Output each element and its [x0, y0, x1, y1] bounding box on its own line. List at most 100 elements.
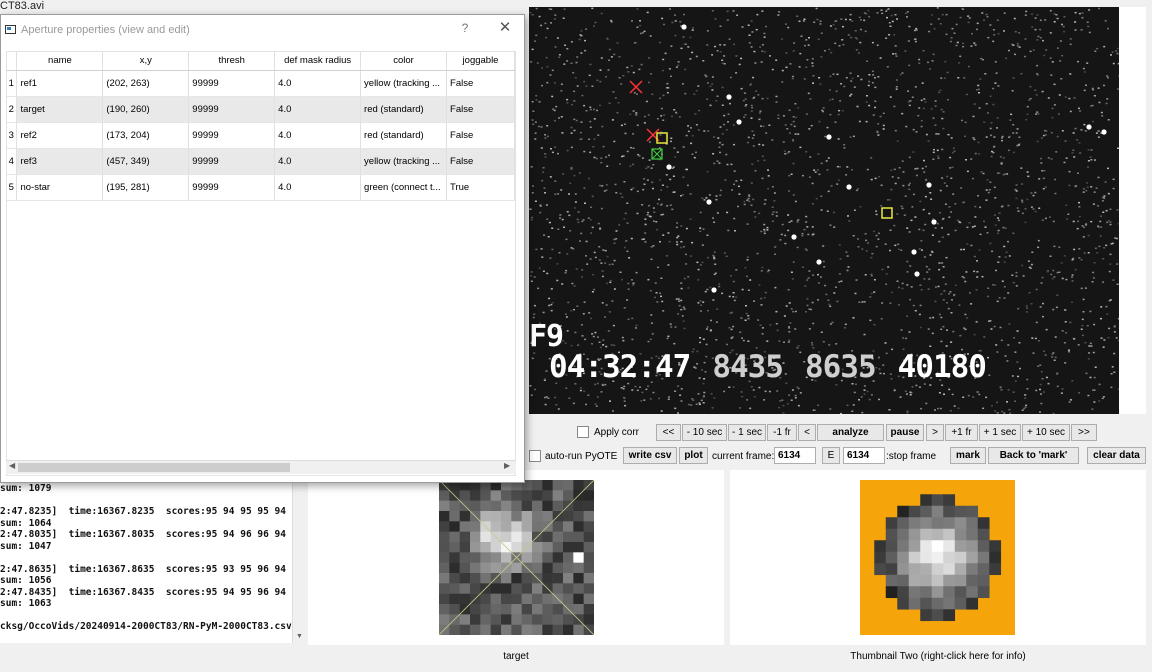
cell-color[interactable]: yellow (tracking ...	[360, 70, 448, 97]
aperture-markers[interactable]	[629, 80, 893, 219]
row-number[interactable]: 1	[7, 70, 18, 97]
table-row[interactable]: 5 no-star (195, 281) 99999 4.0 green (co…	[7, 174, 515, 201]
aperture-table[interactable]: name x,y thresh def mask radius color jo…	[6, 51, 516, 476]
star	[791, 234, 797, 240]
cell-name[interactable]: ref1	[16, 70, 104, 97]
cell-name[interactable]: target	[16, 96, 104, 123]
cell-thresh[interactable]: 99999	[188, 96, 276, 123]
dialog-titlebar[interactable]: Aperture properties (view and edit) ? ✕	[1, 15, 524, 45]
analyze-button[interactable]: analyze	[817, 424, 884, 441]
video-frame-display[interactable]: F9 04:32:47 8435 8635 40180	[529, 7, 1119, 414]
scroll-left-arrow-icon[interactable]: ◀	[9, 461, 15, 470]
thumbnail-two-label[interactable]: Thumbnail Two (right-click here for info…	[730, 651, 1146, 662]
star	[736, 119, 742, 125]
forward-1-frame-button[interactable]: +1 fr	[945, 424, 978, 441]
log-text-area[interactable]: sum: 1079 2:47.8235] time:16367.8235 sco…	[0, 483, 305, 643]
scroll-right-arrow-icon[interactable]: ▶	[504, 461, 510, 470]
mark-button[interactable]: mark	[950, 447, 986, 464]
table-row[interactable]: 3 ref2 (173, 204) 99999 4.0 red (standar…	[7, 122, 515, 149]
cell-xy[interactable]: (202, 263)	[102, 70, 190, 97]
column-header-color[interactable]: color	[360, 52, 448, 71]
stop-frame-input[interactable]: 6134	[843, 447, 885, 464]
log-line: cksg/OccoVids/20240914-2000CT83/RN-PyM-2…	[0, 621, 292, 632]
cell-color[interactable]: yellow (tracking ...	[360, 148, 448, 175]
apply-corr-checkbox[interactable]	[577, 426, 589, 438]
aperture-properties-dialog[interactable]: Aperture properties (view and edit) ? ✕ …	[0, 14, 525, 483]
jump-start-button[interactable]: <<	[656, 424, 681, 441]
plot-button[interactable]: plot	[679, 447, 708, 464]
thumbnail-two-image	[860, 480, 1015, 635]
osd-time: 04:32:47	[549, 349, 691, 385]
jump-end-button[interactable]: >>	[1071, 424, 1097, 441]
row-number[interactable]: 4	[7, 148, 18, 175]
cell-xy[interactable]: (190, 260)	[102, 96, 190, 123]
step-forward-button[interactable]: >	[926, 424, 944, 441]
cell-color[interactable]: red (standard)	[360, 96, 448, 123]
cell-name[interactable]: ref3	[16, 148, 104, 175]
star	[926, 182, 932, 188]
help-icon[interactable]: ?	[457, 21, 473, 35]
step-back-button[interactable]: <	[798, 424, 816, 441]
pause-button[interactable]: pause	[886, 424, 924, 441]
cell-joggable[interactable]: False	[446, 122, 515, 149]
cell-thresh[interactable]: 99999	[188, 70, 276, 97]
row-number[interactable]: 3	[7, 122, 18, 149]
cell-radius[interactable]: 4.0	[274, 148, 362, 175]
back-1-frame-button[interactable]: -1 fr	[767, 424, 797, 441]
osd-code-2: 8635	[804, 349, 877, 385]
cell-xy[interactable]: (195, 281)	[102, 174, 190, 201]
log-line: sum: 1079	[0, 483, 52, 494]
back-10-sec-button[interactable]: - 10 sec	[682, 424, 727, 441]
cell-thresh[interactable]: 99999	[188, 148, 276, 175]
cell-color[interactable]: red (standard)	[360, 122, 448, 149]
thumbnail-two-panel[interactable]	[730, 470, 1146, 645]
write-csv-button[interactable]: write csv	[623, 447, 677, 464]
cell-name[interactable]: ref2	[16, 122, 104, 149]
star	[911, 249, 917, 255]
cell-name[interactable]: no-star	[16, 174, 104, 201]
clear-data-button[interactable]: clear data	[1087, 447, 1146, 464]
star	[846, 184, 852, 190]
cell-joggable[interactable]: False	[446, 96, 515, 123]
scrollbar-thumb[interactable]	[18, 463, 290, 472]
cell-xy[interactable]: (457, 349)	[102, 148, 190, 175]
current-frame-input[interactable]: 6134	[774, 447, 816, 464]
forward-10-sec-button[interactable]: + 10 sec	[1022, 424, 1070, 441]
column-header-name[interactable]: name	[16, 52, 104, 71]
cell-joggable[interactable]: False	[446, 70, 515, 97]
column-header-joggable[interactable]: joggable	[446, 52, 515, 71]
osd-code-1: 8435	[712, 349, 784, 385]
log-line: sum: 1064	[0, 517, 52, 529]
cell-radius[interactable]: 4.0	[274, 70, 362, 97]
row-number[interactable]: 2	[7, 96, 18, 123]
table-horizontal-scrollbar[interactable]: ◀ ▶	[6, 460, 516, 474]
cell-radius[interactable]: 4.0	[274, 96, 362, 123]
table-row[interactable]: 2 target (190, 260) 99999 4.0 red (stand…	[7, 96, 515, 123]
star	[711, 287, 717, 293]
cell-joggable[interactable]: False	[446, 148, 515, 175]
row-number[interactable]: 5	[7, 174, 18, 201]
cell-thresh[interactable]: 99999	[188, 174, 276, 201]
cell-radius[interactable]: 4.0	[274, 122, 362, 149]
table-row[interactable]: 1 ref1 (202, 263) 99999 4.0 yellow (trac…	[7, 70, 515, 97]
log-vertical-scrollbar[interactable]: ▼	[292, 483, 305, 643]
column-header-mask-radius[interactable]: def mask radius	[274, 52, 362, 71]
cell-xy[interactable]: (173, 204)	[102, 122, 190, 149]
column-header-thresh[interactable]: thresh	[188, 52, 276, 71]
cell-radius[interactable]: 4.0	[274, 174, 362, 201]
cell-color[interactable]: green (connect t...	[360, 174, 448, 201]
table-header-row: name x,y thresh def mask radius color jo…	[7, 52, 515, 71]
forward-1-sec-button[interactable]: + 1 sec	[979, 424, 1021, 441]
cell-joggable[interactable]: True	[446, 174, 515, 201]
scroll-down-arrow-icon[interactable]: ▼	[296, 633, 303, 640]
cell-thresh[interactable]: 99999	[188, 122, 276, 149]
column-header-xy[interactable]: x,y	[102, 52, 190, 71]
back-1-sec-button[interactable]: - 1 sec	[728, 424, 766, 441]
e-button[interactable]: E	[822, 447, 840, 464]
table-row[interactable]: 4 ref3 (457, 349) 99999 4.0 yellow (trac…	[7, 148, 515, 175]
thumbnail-one-panel[interactable]	[308, 470, 724, 645]
back-to-mark-button[interactable]: Back to 'mark'	[988, 447, 1079, 464]
auto-run-pyote-checkbox[interactable]	[529, 450, 541, 462]
close-icon[interactable]: ✕	[495, 18, 515, 36]
